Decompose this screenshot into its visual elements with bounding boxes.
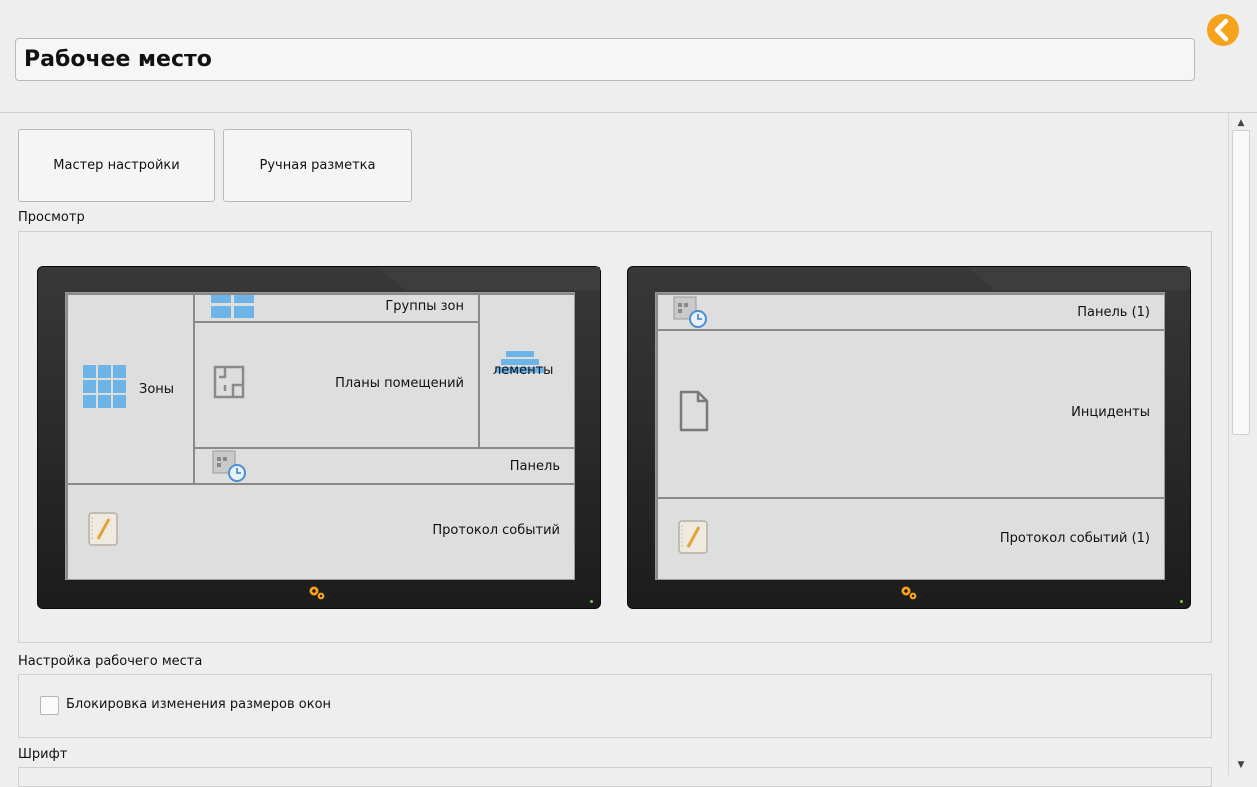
- calendar-clock-icon: [212, 450, 246, 482]
- pane-zones[interactable]: Зоны: [66, 293, 195, 485]
- zone-groups-icon: [211, 295, 254, 318]
- font-section-label: Шрифт: [18, 747, 68, 762]
- pane-event-log[interactable]: Протокол событий: [66, 483, 574, 579]
- monitor-1-screen: Зоны Группы зон Планы помещений лементы: [65, 292, 575, 580]
- calendar-clock-icon: [673, 296, 707, 328]
- setup-wizard-button[interactable]: Мастер настройки: [18, 129, 215, 202]
- settings-gears-icon: [308, 585, 326, 601]
- power-led: [1180, 600, 1183, 603]
- monitor-1[interactable]: Зоны Группы зон Планы помещений лементы: [37, 266, 601, 609]
- pane-zones-label: Зоны: [139, 382, 175, 397]
- lock-resize-label[interactable]: Блокировка изменения размеров окон: [66, 697, 331, 712]
- floor-plan-icon: [213, 365, 245, 399]
- pane-incidents-label: Инциденты: [1071, 405, 1150, 420]
- manual-layout-button[interactable]: Ручная разметка: [223, 129, 412, 202]
- header-divider: [0, 112, 1257, 113]
- pane-elements[interactable]: лементы: [478, 293, 574, 449]
- pane-event-log-label: Протокол событий: [432, 523, 560, 538]
- scroll-thumb[interactable]: [1232, 130, 1250, 435]
- scroll-up-icon[interactable]: ▲: [1232, 116, 1250, 130]
- pane-panel-1-label: Панель (1): [1077, 305, 1150, 320]
- pane-zone-groups-label: Группы зон: [385, 299, 464, 314]
- pane-event-log-1-label: Протокол событий (1): [999, 531, 1150, 546]
- pane-floor-plans[interactable]: Планы помещений: [193, 321, 480, 449]
- pane-zone-groups[interactable]: Группы зон: [193, 293, 480, 323]
- font-settings-panel: [18, 767, 1212, 787]
- pane-panel-label: Панель: [509, 459, 560, 474]
- settings-gears-icon: [900, 585, 918, 601]
- lock-resize-checkbox[interactable]: [40, 696, 59, 715]
- pane-elements-label: лементы: [493, 363, 554, 378]
- monitor-2[interactable]: Панель (1) Инциденты Протокол событий (1…: [627, 266, 1191, 609]
- pane-panel[interactable]: Панель: [193, 447, 574, 485]
- zones-grid-icon: [83, 365, 126, 408]
- preview-label: Просмотр: [18, 210, 85, 225]
- back-arrow-icon[interactable]: [1206, 13, 1240, 47]
- pane-floor-plans-label: Планы помещений: [335, 376, 464, 391]
- pane-panel-1[interactable]: Панель (1): [656, 293, 1164, 331]
- monitor-2-screen: Панель (1) Инциденты Протокол событий (1…: [655, 292, 1165, 580]
- document-icon: [679, 390, 709, 432]
- notepad-icon: [678, 520, 708, 554]
- scroll-down-icon[interactable]: ▼: [1232, 758, 1250, 772]
- pane-event-log-1[interactable]: Протокол событий (1): [656, 497, 1164, 579]
- page-title[interactable]: Рабочее место: [15, 38, 1195, 81]
- notepad-icon: [88, 512, 118, 546]
- pane-incidents[interactable]: Инциденты: [656, 329, 1164, 499]
- power-led: [590, 600, 593, 603]
- workplace-settings-label: Настройка рабочего места: [18, 654, 203, 669]
